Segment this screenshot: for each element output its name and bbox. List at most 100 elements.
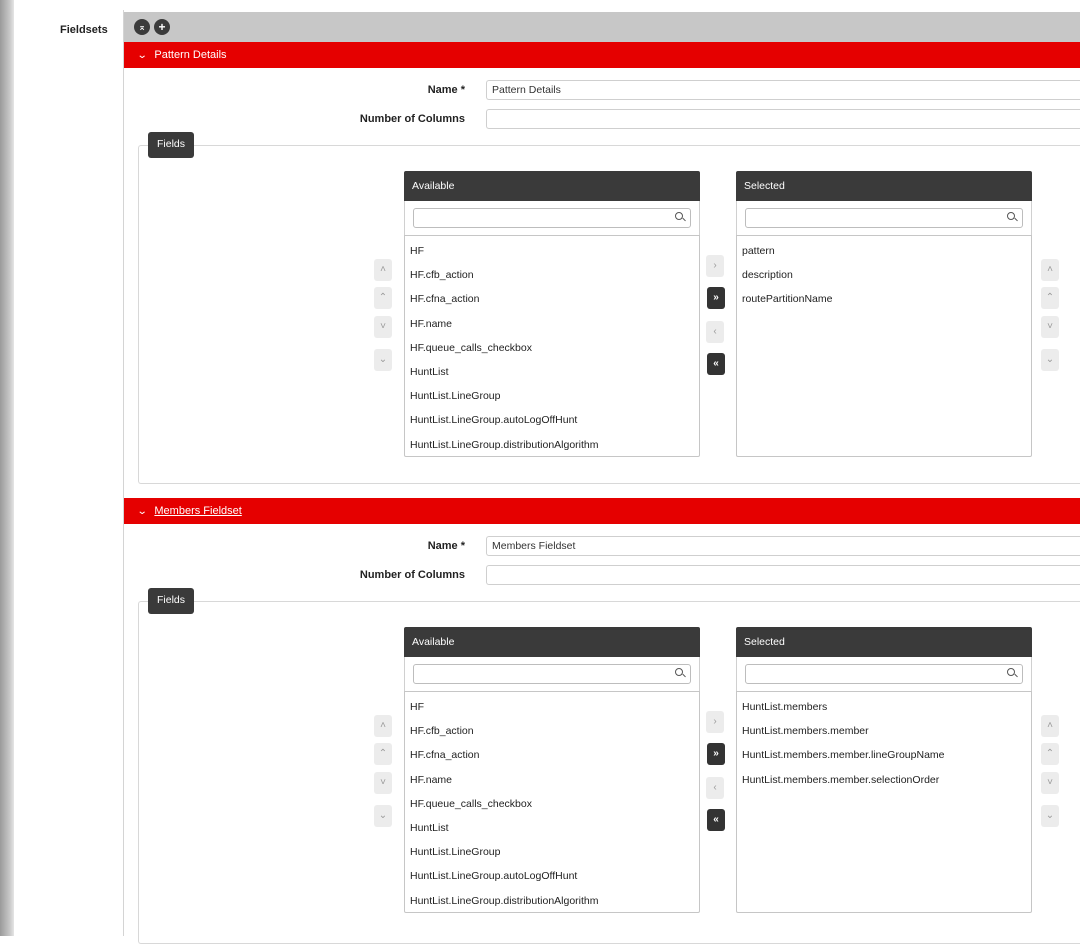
available-list[interactable]: HF HF.cfb_action HF.cfna_action HF.name HF.q… — [404, 235, 700, 457]
list-item[interactable]: HF.cfna_action — [405, 287, 699, 311]
columns-row: Number of Columns — [124, 109, 1080, 129]
list-item[interactable]: HuntList.LineGroup.autoLogOffHunt — [405, 408, 699, 432]
list-item[interactable]: HuntList.members — [737, 695, 1031, 719]
list-item[interactable]: HF.queue_calls_checkbox — [405, 792, 699, 816]
available-move-up-button[interactable]: ˄ — [374, 259, 392, 281]
available-list[interactable]: HF HF.cfb_action HF.cfna_action HF.name HF.q… — [404, 691, 700, 913]
available-move-down-button[interactable]: ˅ — [374, 316, 392, 338]
window-edge — [0, 0, 14, 936]
plus-icon: + — [158, 20, 166, 34]
chevron-up-icon: ˄ — [1047, 720, 1053, 731]
fieldset-title[interactable]: Members Fieldset — [154, 505, 241, 517]
available-header: Available — [404, 627, 700, 657]
list-item[interactable]: HuntList.members.member.lineGroupName — [737, 743, 1031, 767]
available-move-top-button[interactable]: ⌃ — [374, 287, 392, 309]
selected-move-up-button[interactable]: ˄ — [1041, 259, 1059, 281]
available-search-input[interactable] — [413, 208, 691, 228]
fieldsets-toolbar: ⌅ + — [124, 12, 1080, 42]
name-input[interactable] — [486, 536, 1080, 556]
list-item[interactable]: HF.cfb_action — [405, 719, 699, 743]
selected-list[interactable]: pattern description routePartitionName — [736, 235, 1032, 457]
available-search-input[interactable] — [413, 664, 691, 684]
remove-one-button[interactable]: ‹ — [706, 321, 724, 343]
selected-move-down-button[interactable]: ˅ — [1041, 316, 1059, 338]
chevron-down-icon[interactable]: ⌄ — [137, 50, 148, 61]
available-panel: Available HF HF.cfb_action HF.cfna_action H… — [404, 627, 700, 913]
double-chevron-up-icon: ⌃ — [378, 748, 388, 759]
available-move-top-button[interactable]: ⌃ — [374, 743, 392, 765]
list-item[interactable]: HuntList — [405, 360, 699, 384]
selected-move-bottom-button[interactable]: ⌄ — [1041, 805, 1059, 827]
selected-move-up-button[interactable]: ˄ — [1041, 715, 1059, 737]
chevron-down-icon: ˅ — [1047, 777, 1053, 788]
add-all-button[interactable]: » — [707, 743, 725, 765]
selected-search-input[interactable] — [745, 208, 1023, 228]
list-item[interactable]: HuntList.LineGroup.distributionAlgorithm — [405, 433, 699, 457]
chevron-left-icon: ‹ — [713, 782, 717, 793]
remove-all-button[interactable]: « — [707, 809, 725, 831]
chevron-right-icon: › — [713, 260, 717, 271]
columns-label: Number of Columns — [359, 113, 465, 125]
available-move-down-button[interactable]: ˅ — [374, 772, 392, 794]
chevron-up-icon: ˄ — [1047, 264, 1053, 275]
selected-list[interactable]: HuntList.members HuntList.members.member H… — [736, 691, 1032, 913]
double-chevron-up-icon: ⌃ — [1045, 292, 1055, 303]
chevron-down-icon: ˅ — [380, 777, 386, 788]
list-item[interactable]: HF.name — [405, 768, 699, 792]
chevron-right-icon: › — [713, 716, 717, 727]
list-item[interactable]: HF.cfna_action — [405, 743, 699, 767]
selected-panel: Selected pattern description routePartitio… — [736, 171, 1032, 457]
fields-tab[interactable]: Fields — [148, 588, 195, 614]
list-item[interactable]: HF.name — [405, 312, 699, 336]
add-one-button[interactable]: › — [706, 255, 724, 277]
selected-move-top-button[interactable]: ⌃ — [1041, 287, 1059, 309]
chevron-down-icon[interactable]: ⌄ — [137, 506, 148, 517]
columns-input[interactable] — [486, 565, 1080, 585]
add-all-button[interactable]: » — [707, 287, 725, 309]
selected-header: Selected — [736, 627, 1032, 657]
fields-tab[interactable]: Fields — [148, 132, 195, 158]
selected-move-down-button[interactable]: ˅ — [1041, 772, 1059, 794]
list-item[interactable]: HF.cfb_action — [405, 263, 699, 287]
list-item[interactable]: pattern — [737, 239, 1031, 263]
fieldset-header[interactable]: ⌄ Members Fieldset — [124, 498, 1080, 524]
double-chevron-down-icon: ⌄ — [378, 810, 388, 821]
available-move-bottom-button[interactable]: ⌄ — [374, 805, 392, 827]
list-item[interactable]: HuntList.LineGroup — [405, 384, 699, 408]
list-item[interactable]: HF — [405, 695, 699, 719]
name-row: Name * — [124, 80, 1080, 100]
list-item[interactable]: HF.queue_calls_checkbox — [405, 336, 699, 360]
available-search — [404, 657, 700, 691]
fieldset-header[interactable]: ⌄ Pattern Details — [124, 42, 1080, 68]
name-label: Name * — [427, 540, 465, 552]
name-input[interactable] — [486, 80, 1080, 100]
available-panel: Available HF HF.cfb_action HF.cfna_action H… — [404, 171, 700, 457]
remove-one-button[interactable]: ‹ — [706, 777, 724, 799]
double-chevron-right-icon: » — [713, 292, 719, 303]
list-item[interactable]: HuntList — [405, 816, 699, 840]
remove-all-button[interactable]: « — [707, 353, 725, 375]
list-item[interactable]: HuntList.members.member.selectionOrder — [737, 768, 1031, 792]
list-item[interactable]: HuntList.LineGroup.distributionAlgorithm — [405, 889, 699, 913]
double-chevron-down-icon: ⌄ — [1045, 354, 1055, 365]
available-move-up-button[interactable]: ˄ — [374, 715, 392, 737]
list-item[interactable]: routePartitionName — [737, 287, 1031, 311]
list-item[interactable]: HuntList.members.member — [737, 719, 1031, 743]
columns-input[interactable] — [486, 109, 1080, 129]
selected-search — [736, 657, 1032, 691]
selected-header: Selected — [736, 171, 1032, 201]
add-fieldset-button[interactable]: + — [154, 19, 170, 35]
available-move-bottom-button[interactable]: ⌄ — [374, 349, 392, 371]
selected-search-input[interactable] — [745, 664, 1023, 684]
chevron-left-icon: ‹ — [713, 326, 717, 337]
list-item[interactable]: HF — [405, 239, 699, 263]
selected-move-bottom-button[interactable]: ⌄ — [1041, 349, 1059, 371]
list-item[interactable]: description — [737, 263, 1031, 287]
selected-move-top-button[interactable]: ⌃ — [1041, 743, 1059, 765]
selected-search — [736, 201, 1032, 235]
collapse-all-button[interactable]: ⌅ — [134, 19, 150, 35]
list-item[interactable]: HuntList.LineGroup — [405, 840, 699, 864]
fieldset-title: Pattern Details — [154, 49, 227, 61]
list-item[interactable]: HuntList.LineGroup.autoLogOffHunt — [405, 864, 699, 888]
add-one-button[interactable]: › — [706, 711, 724, 733]
